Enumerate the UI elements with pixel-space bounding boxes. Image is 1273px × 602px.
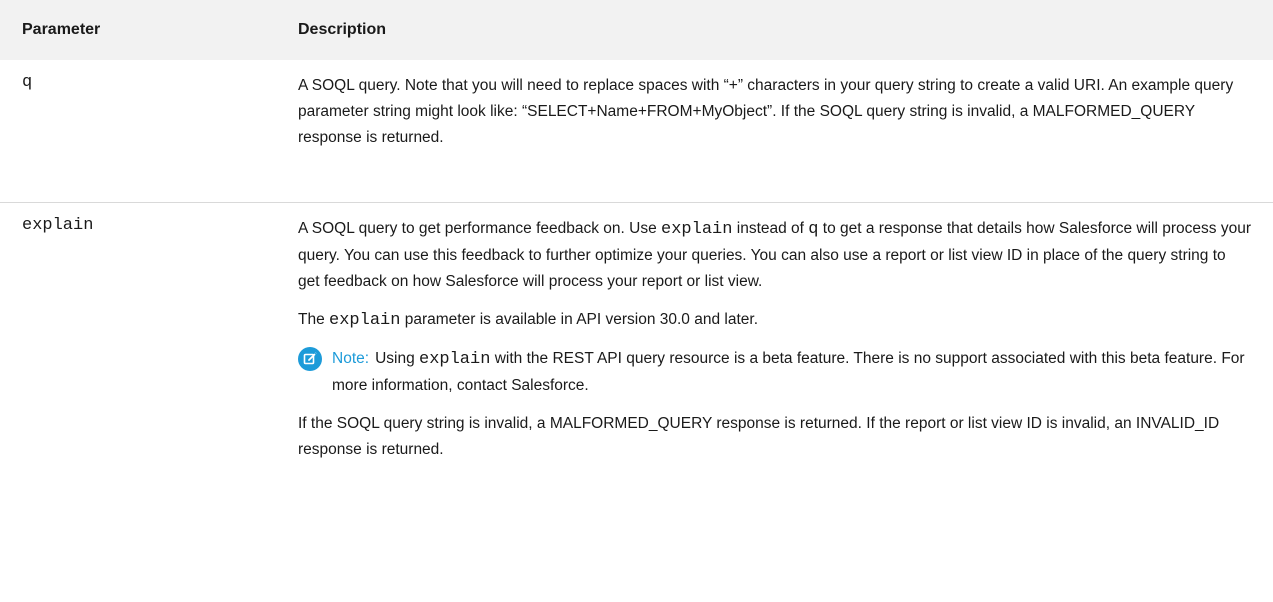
- code-q: q: [808, 219, 819, 239]
- table-body: q A SOQL query. Note that you will need …: [0, 60, 1273, 473]
- text-segment: Using: [375, 349, 419, 367]
- error-paragraph: If the SOQL query string is invalid, a M…: [298, 414, 1220, 458]
- header-row: Parameter Description: [0, 0, 1273, 60]
- code-explain: explain: [661, 219, 733, 239]
- text-segment: The: [298, 310, 330, 328]
- table-header: Parameter Description: [0, 0, 1273, 60]
- availability-paragraph: The explain parameter is available in AP…: [298, 307, 1251, 334]
- parameter-description-explain: A SOQL query to get performance feedback…: [290, 202, 1273, 473]
- parameter-description-q: A SOQL query. Note that you will need to…: [290, 60, 1273, 203]
- description-paragraph: A SOQL query to get performance feedback…: [298, 216, 1251, 295]
- note-label: Note:: [332, 349, 370, 367]
- text-segment: instead of: [732, 219, 809, 237]
- description-paragraph: A SOQL query. Note that you will need to…: [298, 77, 1234, 146]
- text-segment: parameter is available in API version 30…: [400, 310, 759, 328]
- description-column-header: Description: [290, 0, 1273, 60]
- text-segment: A SOQL query to get performance feedback…: [298, 219, 662, 237]
- note-edit-icon: [298, 346, 322, 371]
- code-explain: explain: [419, 349, 491, 369]
- table-row: q A SOQL query. Note that you will need …: [0, 60, 1273, 203]
- parameter-name-explain: explain: [22, 215, 94, 235]
- table-row: explain A SOQL query to get performance …: [0, 202, 1273, 473]
- note-body: Note: Using explain with the REST API que…: [332, 346, 1251, 399]
- parameter-column-header: Parameter: [0, 0, 290, 60]
- beta-note: Note: Using explain with the REST API que…: [298, 346, 1251, 399]
- parameters-table: Parameter Description q A SOQL query. No…: [0, 0, 1273, 473]
- code-explain: explain: [329, 310, 401, 330]
- parameter-name-q: q: [0, 60, 290, 203]
